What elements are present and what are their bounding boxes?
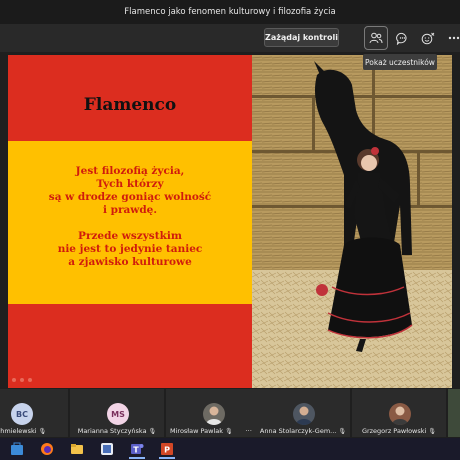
request-control-button[interactable]: Zażądaj kontroli: [264, 28, 339, 47]
slide-title: Flamenco: [83, 95, 177, 115]
chat-icon[interactable]: [390, 26, 414, 50]
participant-tile[interactable]: Grzegorz Pawłowski 🎙: [352, 389, 446, 437]
participant-name: Grzegorz Pawłowski 🎙: [361, 427, 437, 435]
svg-text:P: P: [164, 446, 170, 455]
participant-tile[interactable]: [448, 389, 460, 437]
reactions-icon[interactable]: [416, 26, 440, 50]
participant-name: Chmielewski 🎙: [0, 427, 47, 435]
slide-line: Tych którzy: [96, 178, 164, 190]
slide-line: [8, 217, 252, 230]
avatar: MS: [107, 403, 129, 425]
avatar: [389, 403, 411, 425]
avatar: [203, 403, 225, 425]
teams-icon[interactable]: T: [126, 439, 148, 459]
slide-line: są w drodze goniąc wolność: [48, 191, 212, 203]
presentation-slide: Flamenco Jest filozofią życia, Tych któr…: [8, 55, 452, 388]
slide-nav-dots[interactable]: [12, 378, 32, 382]
window-title: Flamenco jako fenomen kulturowy i filozo…: [124, 7, 336, 17]
participant-tile[interactable]: Anna Stolarczyk-Gem... 🎙: [256, 389, 350, 437]
avatar: BC: [11, 403, 33, 425]
participant-name: Marianna Styczyńska 🎙: [77, 427, 157, 435]
slide-line: nie jest to jedynie taniec: [57, 243, 203, 255]
window-title-bar: Flamenco jako fenomen kulturowy i filozo…: [0, 0, 460, 24]
participant-tile[interactable]: Mirosław Pawlak 🎙 ···: [166, 389, 260, 437]
more-options-icon[interactable]: [442, 26, 460, 50]
slide-line: Przede wszystkim: [78, 230, 182, 242]
participant-tile[interactable]: BC Chmielewski 🎙: [0, 389, 68, 437]
avatar: [293, 403, 315, 425]
file-explorer-icon[interactable]: [66, 439, 88, 459]
media-app-icon[interactable]: [96, 439, 118, 459]
participants-icon[interactable]: [364, 26, 388, 50]
more-options-icon[interactable]: ···: [245, 427, 252, 435]
firefox-icon[interactable]: [36, 439, 58, 459]
shared-content-stage: Flamenco Jest filozofią życia, Tych któr…: [0, 52, 460, 388]
participant-tile[interactable]: MS Marianna Styczyńska 🎙: [70, 389, 164, 437]
teams-meeting-window: Flamenco jako fenomen kulturowy i filozo…: [0, 0, 460, 460]
slide-photo-dancer-with-horse: [252, 55, 452, 388]
slide-body-text: Jest filozofią życia, Tych którzy są w d…: [8, 165, 252, 269]
windows-taskbar: T P: [0, 438, 460, 460]
participants-strip: BC Chmielewski 🎙 MS Marianna Styczyńska …: [0, 388, 460, 438]
svg-text:T: T: [133, 446, 139, 455]
participant-name: Anna Stolarczyk-Gem... 🎙: [259, 427, 347, 435]
meeting-toolbar: Zażądaj kontroli: [0, 24, 460, 52]
slide-line: a zjawisko kulturowe: [68, 256, 192, 268]
slide-line: i prawdę.: [102, 204, 158, 216]
show-participants-tooltip: Pokaż uczestników: [363, 54, 437, 70]
slide-line: Jest filozofią życia,: [75, 165, 185, 177]
powerpoint-icon[interactable]: P: [156, 439, 178, 459]
windows-store-icon[interactable]: [6, 439, 28, 459]
